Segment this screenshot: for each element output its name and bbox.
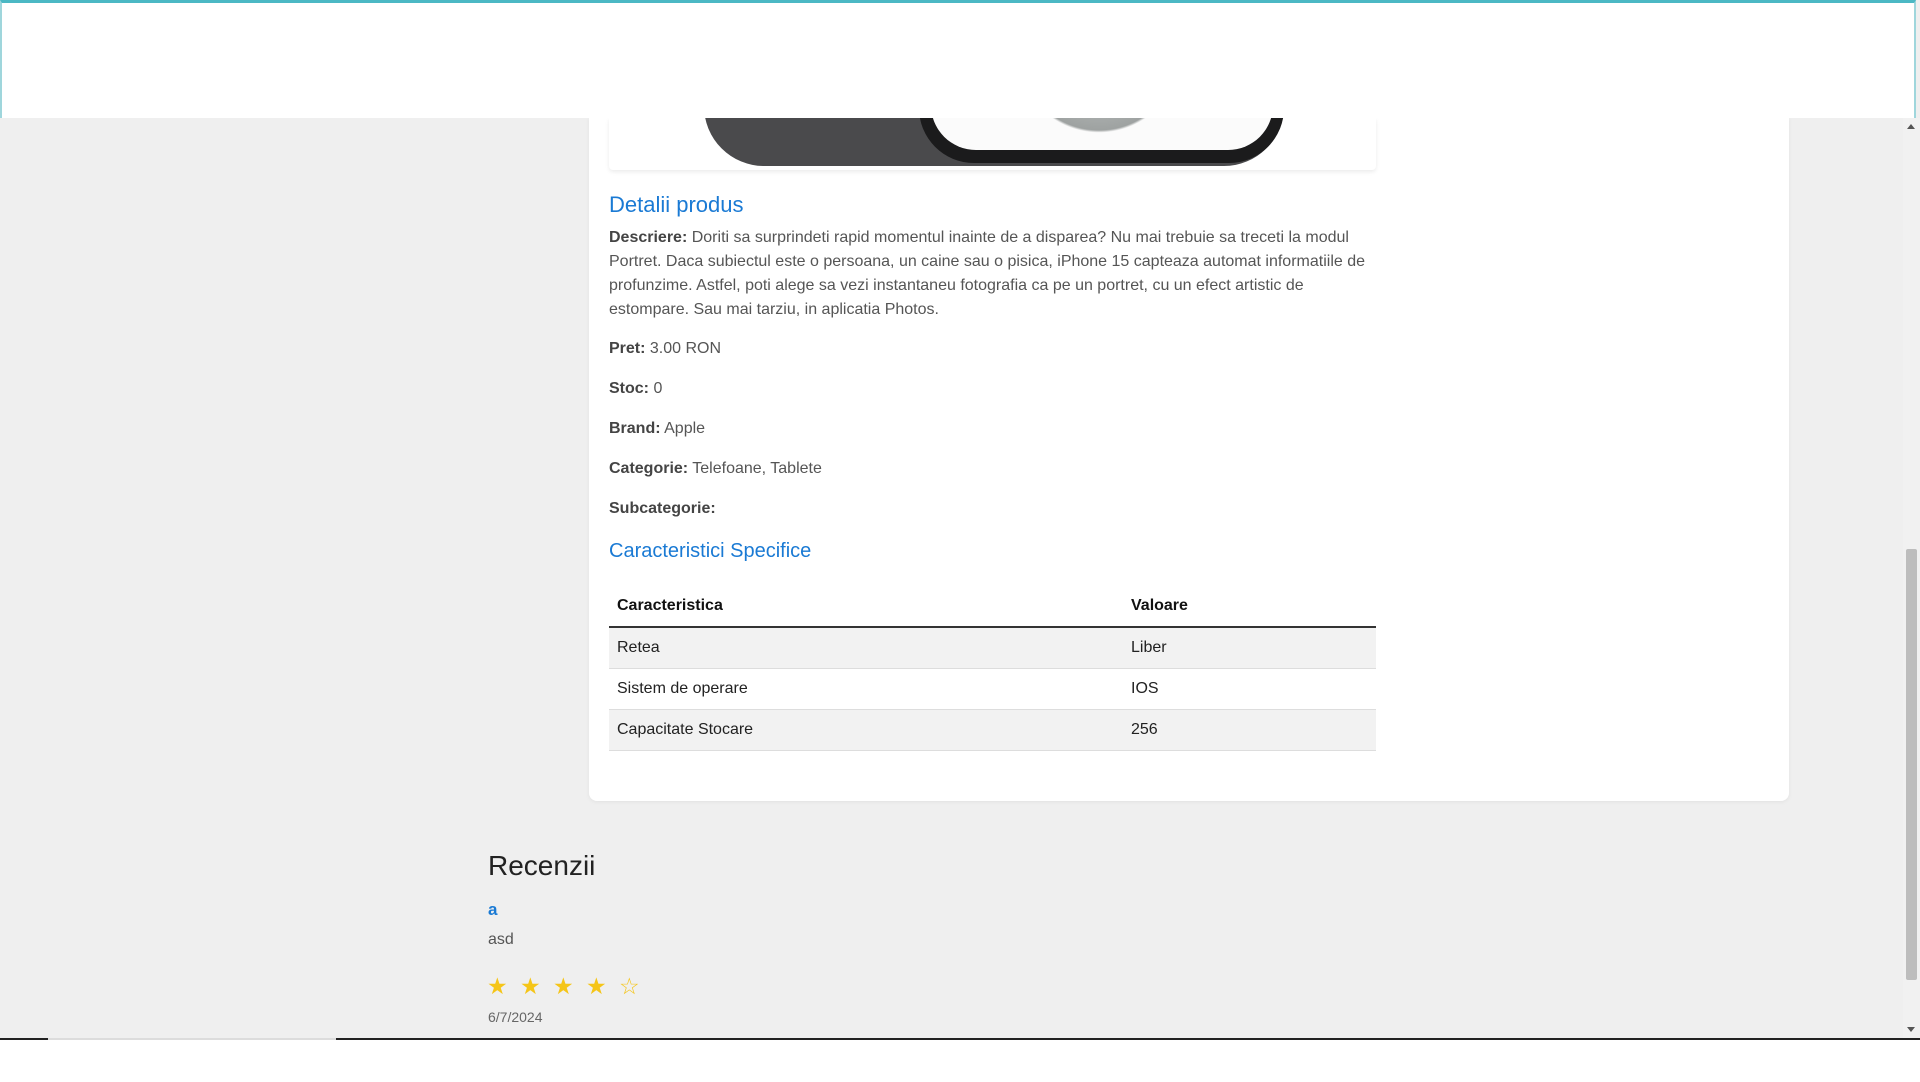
bottom-bar [0,1038,1920,1082]
product-details-title: Detalii produs [609,192,744,217]
category-value: Telefoane, Tablete [688,460,822,477]
description-label: Descriere: [609,229,688,246]
specs-table: Caracteristica Valoare Retea Liber Siste… [609,585,1376,751]
page-scrollbar[interactable] [1903,118,1920,1038]
product-image[interactable] [609,118,1376,170]
price-label: Pret: [609,340,646,357]
reviews-title: Recenzii [488,850,596,881]
header-value: Valoare [1123,585,1376,628]
table-row: Retea Liber [609,627,1376,669]
table-row: Sistem de operare IOS [609,668,1376,710]
category-label: Categorie: [609,460,689,477]
product-category: Categorie: Telefoane, Tablete [609,457,1379,481]
spec-name: Retea [609,627,1123,669]
bottom-bar-accent [48,1038,336,1040]
spec-value: Liber [1123,627,1376,669]
brand-label: Brand: [609,420,661,437]
product-brand: Brand: Apple [609,417,1379,441]
product-subcategory: Subcategorie: [609,497,1379,521]
description-text: Doriti sa surprindeti rapid momentul ina… [609,229,1366,318]
stock-value: 0 [649,380,663,397]
spec-name: Sistem de operare [609,668,1123,710]
chevron-up-icon[interactable] [1907,124,1915,129]
specs-title: Caracteristici Specifice [609,540,812,562]
review-text: asd [488,931,514,948]
specs-table-header: Caracteristica Valoare [609,585,1376,628]
subcategory-label: Subcategorie: [609,500,716,517]
scrollbar-thumb[interactable] [1906,549,1917,980]
review-star-rating: ★ ★ ★ ★ ☆ [487,973,643,999]
site-header [0,0,1916,118]
product-description: Descriere: Doriti sa surprindeti rapid m… [609,226,1379,322]
stock-label: Stoc: [609,380,649,397]
chevron-down-icon[interactable] [1907,1027,1915,1032]
product-stock: Stoc: 0 [609,377,1379,401]
spec-value: 256 [1123,709,1376,751]
table-row: Capacitate Stocare 256 [609,709,1376,751]
header-characteristic: Caracteristica [609,585,1123,628]
price-value: 3.00 RON [645,340,722,357]
review-date: 6/7/2024 [488,1009,543,1025]
review-author[interactable]: a [488,900,497,920]
spec-value: IOS [1123,668,1376,710]
brand-value: Apple [660,420,706,437]
spec-name: Capacitate Stocare [609,709,1123,751]
product-price: Pret: 3.00 RON [609,337,1379,361]
product-card: Detalii produs Descriere: Doriti sa surp… [589,118,1789,801]
